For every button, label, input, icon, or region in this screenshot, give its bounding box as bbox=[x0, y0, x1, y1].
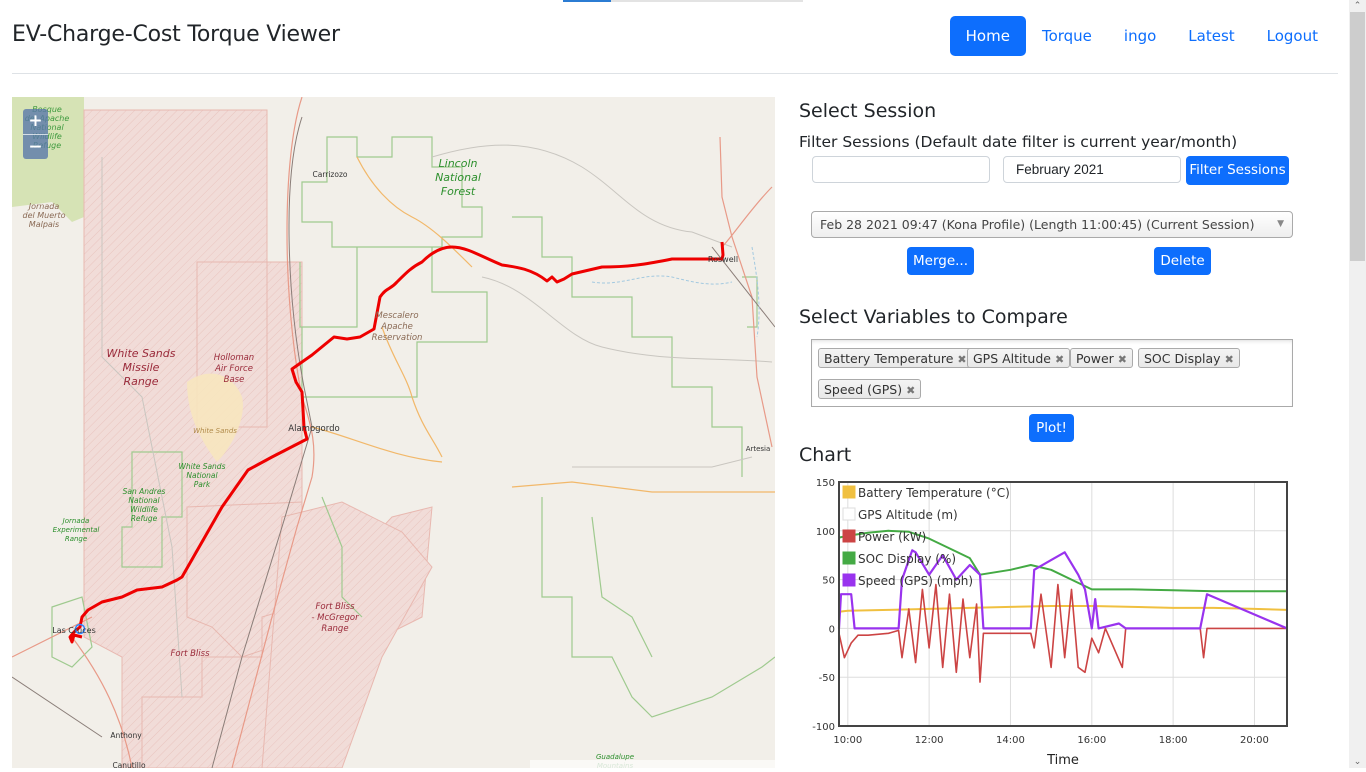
scroll-down-icon[interactable]: ⌄ bbox=[1349, 756, 1366, 768]
y-tick-label: 0 bbox=[829, 624, 835, 635]
chart-heading: Chart bbox=[799, 444, 852, 466]
chart-container: 150 100 50 0 -50 -100 10:00 12:00 14:00 16:00 18:0… bbox=[799, 470, 1299, 768]
legend-swatch bbox=[842, 573, 856, 587]
map-label-jornada-malpais: Jornada del Muerto Malpais bbox=[23, 202, 66, 229]
legend-swatch bbox=[842, 551, 856, 565]
map-label-carrizozo: Carrizozo bbox=[312, 170, 347, 179]
map-label-artesia: Artesia bbox=[746, 445, 771, 453]
y-tick-label: -50 bbox=[819, 673, 835, 684]
variable-tag: Power ✖ bbox=[1070, 348, 1134, 368]
chevron-down-icon: ▼ bbox=[1277, 219, 1284, 229]
scroll-up-icon[interactable]: ⌃ bbox=[1349, 0, 1366, 12]
y-tick-label: 50 bbox=[822, 576, 835, 587]
map-label-white-sands: White Sands bbox=[193, 427, 237, 435]
map-label-las-cruces: Las Cruces bbox=[52, 626, 96, 635]
map-label-canutillo: Canutillo bbox=[112, 761, 146, 768]
x-tick-label: 10:00 bbox=[833, 735, 862, 746]
session-select-value: Feb 28 2021 09:47 (Kona Profile) (Length… bbox=[820, 217, 1255, 232]
map-attribution bbox=[530, 760, 775, 768]
remove-tag-icon[interactable]: ✖ bbox=[1225, 353, 1234, 366]
y-tick-label: -100 bbox=[812, 722, 835, 733]
plot-button[interactable]: Plot! bbox=[1029, 414, 1074, 442]
legend-swatch bbox=[842, 529, 856, 543]
merge-button[interactable]: Merge... bbox=[907, 247, 974, 275]
map-label-anthony: Anthony bbox=[110, 731, 142, 740]
nav-home[interactable]: Home bbox=[949, 16, 1026, 56]
y-tick-label: 150 bbox=[816, 478, 835, 489]
zoom-out-button[interactable]: − bbox=[23, 135, 48, 160]
x-axis-label: Time bbox=[1046, 753, 1079, 768]
zoom-in-button[interactable]: + bbox=[23, 109, 48, 135]
map-canvas: Bosquedel ApacheNationalWildlifeRefuge J… bbox=[12, 97, 775, 768]
map-zoom-control: + − bbox=[23, 109, 48, 159]
filter-text-input[interactable] bbox=[812, 156, 990, 183]
map-label-mescalero: Mescalero Apache Reservation bbox=[372, 311, 423, 343]
map-label-roswell: Roswell bbox=[708, 255, 738, 264]
select-variables-heading: Select Variables to Compare bbox=[799, 306, 1068, 328]
session-select[interactable]: Feb 28 2021 09:47 (Kona Profile) (Length… bbox=[811, 211, 1293, 238]
legend-label: SOC Display (%) bbox=[858, 552, 956, 566]
scrollbar-thumb[interactable] bbox=[1350, 12, 1365, 261]
app-title[interactable]: EV-Charge-Cost Torque Viewer bbox=[12, 22, 340, 47]
navbar: EV-Charge-Cost Torque Viewer Home Torque… bbox=[12, 0, 1338, 74]
chart-svg[interactable]: 150 100 50 0 -50 -100 10:00 12:00 14:00 16:00 18:0… bbox=[799, 470, 1299, 768]
nav-links: Home Torque ingo Latest Logout bbox=[949, 16, 1334, 56]
nav-torque[interactable]: Torque bbox=[1026, 16, 1108, 56]
remove-tag-icon[interactable]: ✖ bbox=[957, 353, 966, 366]
x-tick-label: 14:00 bbox=[996, 735, 1025, 746]
filter-date-input[interactable] bbox=[1003, 156, 1181, 183]
variables-multiselect[interactable]: Battery Temperature ✖ GPS Altitude ✖ Power… bbox=[811, 339, 1293, 407]
map-area-mcgregor bbox=[261, 501, 433, 768]
map-label-alamogordo: Alamogordo bbox=[288, 424, 339, 434]
filter-sessions-label: Filter Sessions (Default date filter is … bbox=[799, 133, 1238, 151]
page-scrollbar[interactable]: ⌃ ⌄ bbox=[1349, 0, 1366, 768]
y-tick-label: 100 bbox=[816, 527, 835, 538]
x-tick-label: 12:00 bbox=[915, 735, 944, 746]
nav-logout[interactable]: Logout bbox=[1251, 16, 1334, 56]
variable-tag: GPS Altitude ✖ bbox=[967, 348, 1071, 368]
legend-label: Power (kW) bbox=[858, 530, 926, 544]
variable-tag: Battery Temperature ✖ bbox=[818, 348, 973, 368]
remove-tag-icon[interactable]: ✖ bbox=[1118, 353, 1127, 366]
legend-label: GPS Altitude (m) bbox=[858, 508, 958, 522]
select-session-heading: Select Session bbox=[799, 100, 937, 122]
x-tick-label: 18:00 bbox=[1159, 735, 1188, 746]
map-label-fort-bliss: Fort Bliss bbox=[170, 649, 210, 659]
remove-tag-icon[interactable]: ✖ bbox=[1055, 353, 1064, 366]
filter-sessions-button[interactable]: Filter Sessions bbox=[1186, 156, 1289, 185]
legend-swatch bbox=[842, 507, 856, 521]
variable-tag: Speed (GPS) ✖ bbox=[818, 379, 922, 399]
legend-label: Battery Temperature (°C) bbox=[858, 486, 1010, 500]
delete-button[interactable]: Delete bbox=[1154, 247, 1211, 275]
x-tick-label: 16:00 bbox=[1077, 735, 1106, 746]
variable-tag: SOC Display ✖ bbox=[1138, 348, 1240, 368]
x-tick-label: 20:00 bbox=[1240, 735, 1269, 746]
remove-tag-icon[interactable]: ✖ bbox=[906, 384, 915, 397]
route-map[interactable]: Bosquedel ApacheNationalWildlifeRefuge J… bbox=[12, 97, 775, 768]
map-label-lincoln: Lincoln National Forest bbox=[435, 157, 481, 198]
legend-swatch bbox=[842, 485, 856, 499]
nav-user[interactable]: ingo bbox=[1108, 16, 1172, 56]
nav-latest[interactable]: Latest bbox=[1172, 16, 1250, 56]
legend-label: Speed (GPS) (mph) bbox=[858, 574, 973, 588]
